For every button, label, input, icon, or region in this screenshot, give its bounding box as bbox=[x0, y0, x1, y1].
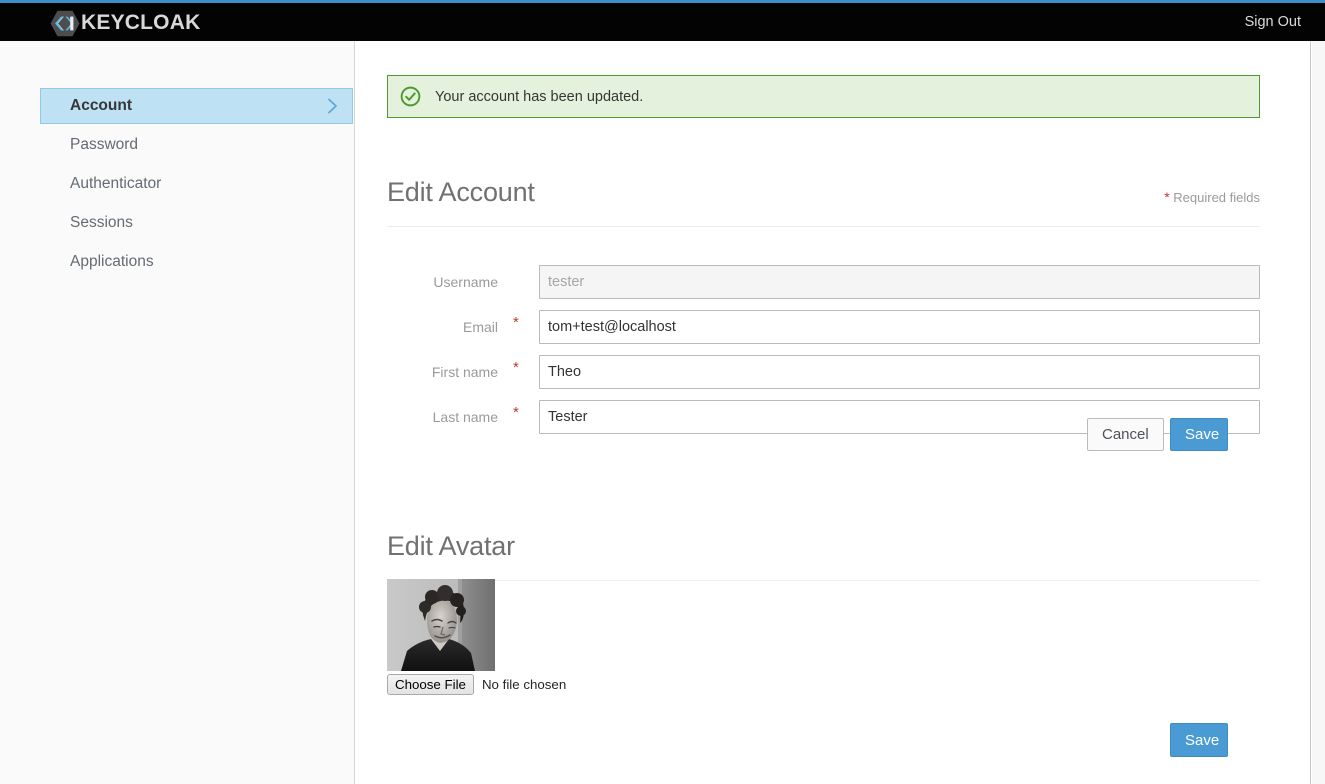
save-avatar-button[interactable]: Save bbox=[1170, 723, 1228, 757]
required-asterisk: * bbox=[1164, 189, 1170, 205]
brand-name: KEYCLOAK bbox=[81, 11, 201, 34]
cancel-button[interactable]: Cancel bbox=[1087, 418, 1164, 451]
sidebar-item-password[interactable]: Password bbox=[40, 128, 353, 161]
email-label: Email bbox=[462, 319, 498, 335]
page-title: Edit Account bbox=[387, 177, 535, 207]
form-row-username: Username bbox=[387, 265, 1260, 299]
username-input bbox=[539, 265, 1260, 299]
page-body: Account Password Authenticator Sessions … bbox=[0, 41, 1311, 784]
email-input[interactable] bbox=[539, 310, 1260, 344]
required-fields-note: * Required fields bbox=[1164, 189, 1260, 205]
success-alert: Your account has been updated. bbox=[387, 75, 1260, 118]
username-label: Username bbox=[433, 274, 498, 290]
avatar-section-title: Edit Avatar bbox=[387, 531, 515, 561]
keycloak-hexagon-logo-icon bbox=[50, 10, 80, 36]
first-name-input[interactable] bbox=[539, 355, 1260, 389]
choose-file-button[interactable]: Choose File bbox=[387, 673, 474, 695]
required-fields-label: Required fields bbox=[1173, 190, 1260, 205]
file-input-row[interactable]: Choose File No file chosen bbox=[387, 673, 566, 695]
email-required-asterisk: * bbox=[513, 314, 519, 331]
edit-account-header: Edit Account * Required fields bbox=[387, 174, 1260, 227]
sidebar-item-label: Applications bbox=[70, 252, 154, 270]
sidebar-item-authenticator[interactable]: Authenticator bbox=[40, 167, 353, 200]
check-circle-icon bbox=[400, 86, 421, 107]
sign-out-link[interactable]: Sign Out bbox=[1245, 14, 1301, 30]
sidebar-item-label: Password bbox=[70, 135, 139, 153]
edit-avatar-header: Edit Avatar bbox=[387, 528, 1260, 581]
chevron-right-icon bbox=[328, 98, 337, 114]
sidebar-item-sessions[interactable]: Sessions bbox=[40, 206, 353, 239]
form-row-email: Email * bbox=[387, 310, 1260, 344]
last-name-required-asterisk: * bbox=[513, 404, 519, 421]
top-navbar: KEYCLOAK Sign Out bbox=[0, 3, 1325, 41]
sidebar-item-account[interactable]: Account bbox=[40, 88, 353, 124]
form-row-first-name: First name * bbox=[387, 355, 1260, 389]
sidebar-nav: Account Password Authenticator Sessions … bbox=[0, 41, 355, 784]
main-content: Your account has been updated. Edit Acco… bbox=[356, 41, 1311, 784]
sidebar-item-label: Account bbox=[70, 97, 132, 114]
first-name-label: First name bbox=[431, 364, 498, 380]
last-name-label: Last name bbox=[432, 409, 498, 425]
save-account-button[interactable]: Save bbox=[1170, 418, 1228, 451]
first-name-required-asterisk: * bbox=[513, 359, 519, 376]
sidebar-item-applications[interactable]: Applications bbox=[40, 245, 353, 278]
brand-logo-link[interactable]: KEYCLOAK bbox=[50, 9, 200, 37]
avatar-upload-block: Choose File No file chosen bbox=[387, 579, 566, 695]
alert-message: Your account has been updated. bbox=[435, 88, 644, 105]
avatar bbox=[387, 579, 495, 671]
sidebar-item-label: Sessions bbox=[70, 213, 133, 231]
no-file-chosen-label: No file chosen bbox=[481, 676, 567, 692]
sidebar-item-label: Authenticator bbox=[70, 174, 162, 192]
vertical-scrollbar[interactable] bbox=[1312, 41, 1325, 784]
